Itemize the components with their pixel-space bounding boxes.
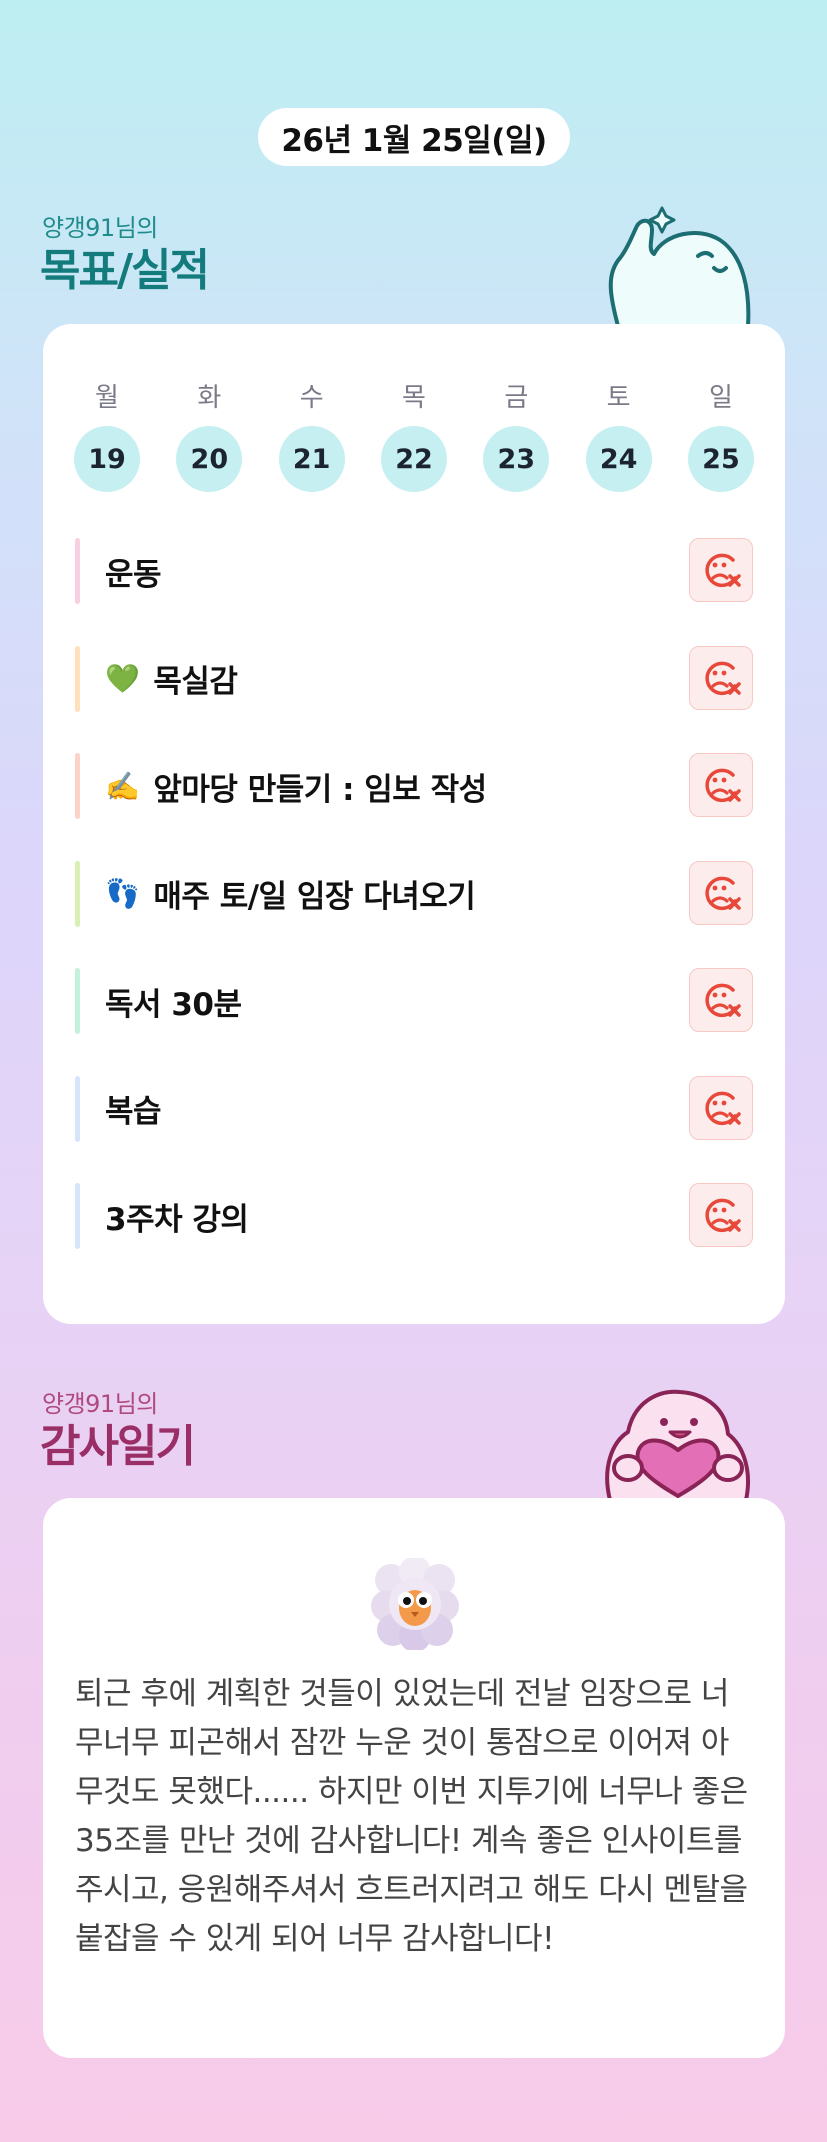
goal-text: 3주차 강의 (105, 1194, 249, 1239)
weekday-label: 화 (197, 383, 222, 413)
sad-face-x-icon (705, 1091, 741, 1125)
goal-status-button[interactable] (689, 1075, 753, 1140)
goal-row[interactable]: 3주차 강의 (75, 1183, 753, 1249)
goal-row[interactable]: 복습 (75, 1075, 753, 1142)
goal-list: 운동 💚 목실감 ✍️ 앞마당 만들기 : 임보 작성 👣 매주 토/일 임장 다녀오기독서… (75, 538, 753, 1291)
goal-row[interactable]: 👣 매주 토/일 임장 다녀오기 (75, 860, 753, 927)
goals-section-title: 목표/실적 (40, 245, 210, 296)
weekday-label: 일 (709, 383, 733, 413)
goal-label: 복습 (105, 1094, 162, 1130)
goal-emoji-icon: ✍️ (105, 769, 140, 803)
goal-status-button[interactable] (689, 860, 753, 925)
weekday-label: 수 (299, 383, 324, 413)
date-circle: 20 (176, 426, 243, 492)
goal-text: 💚 목실감 (105, 656, 238, 701)
week-strip: 월 19 화 20 수 21 목 22 금 23 토 24 일 25 (73, 380, 755, 492)
day-sat[interactable]: 토 24 (585, 380, 653, 492)
goal-status-button[interactable] (689, 968, 753, 1032)
date-circle: 21 (278, 426, 345, 492)
date-circle: 23 (483, 426, 550, 492)
goal-color-bar (75, 1075, 80, 1142)
date-circle: 19 (74, 426, 140, 492)
goal-label: 운동 (105, 556, 162, 593)
weekday-label: 목 (402, 383, 426, 413)
goal-emoji-icon: 💚 (105, 662, 140, 695)
weekday-label: 토 (606, 383, 631, 413)
goal-status-button[interactable] (689, 538, 753, 602)
sad-face-x-icon (705, 1198, 741, 1233)
heart-hugging-character-icon (605, 1389, 750, 1500)
goal-color-bar (75, 860, 80, 927)
goal-text: 운동 (105, 549, 162, 594)
goal-color-bar (75, 1183, 80, 1249)
goal-label: 매주 토/일 임장 다녀오기 (153, 879, 476, 915)
sad-face-x-icon (705, 553, 741, 588)
day-thu[interactable]: 목 22 (380, 380, 448, 492)
goal-text: 독서 30분 (105, 979, 242, 1024)
goal-row[interactable]: 독서 30분 (75, 968, 753, 1034)
date-circle: 24 (585, 426, 652, 492)
day-mon[interactable]: 월 19 (73, 380, 141, 492)
goal-color-bar (75, 538, 80, 604)
day-wed[interactable]: 수 21 (278, 380, 346, 492)
goal-status-button[interactable] (689, 1183, 753, 1247)
goal-row[interactable]: ✍️ 앞마당 만들기 : 임보 작성 (75, 753, 753, 819)
goal-label: 3주차 강의 (105, 1201, 249, 1238)
goal-text: 👣 매주 토/일 임장 다녀오기 (105, 871, 476, 916)
day-sun[interactable]: 일 25 (687, 380, 755, 492)
date-circle: 25 (687, 426, 754, 492)
date-badge: 26년 1월 25일(일) (258, 108, 570, 166)
goal-text: 복습 (105, 1086, 162, 1131)
date-text: 26년 1월 25일(일) (281, 122, 547, 159)
goal-color-bar (75, 645, 80, 712)
goal-status-button[interactable] (689, 645, 753, 710)
gratitude-card: 퇴근 후에 계획한 것들이 있었는데 전날 임장으로 너무너무 피곤해서 잠깐 … (43, 1498, 785, 2058)
weekday-label: 금 (504, 383, 529, 413)
fluffy-cloud-owl-icon (371, 1558, 459, 1650)
goal-label: 독서 30분 (105, 986, 242, 1023)
goal-status-button[interactable] (689, 753, 753, 817)
waving-character-icon (608, 206, 751, 326)
gratitude-section-title: 감사일기 (40, 1421, 196, 1472)
goal-emoji-icon: 👣 (105, 877, 140, 910)
day-fri[interactable]: 금 23 (482, 380, 550, 492)
goal-color-bar (75, 968, 80, 1034)
day-tue[interactable]: 화 20 (175, 380, 243, 492)
sad-face-x-icon (705, 661, 741, 695)
goal-label: 앞마당 만들기 : 임보 작성 (153, 771, 487, 808)
sad-face-x-icon (705, 768, 741, 803)
date-circle: 22 (380, 426, 447, 492)
goal-text: ✍️ 앞마당 만들기 : 임보 작성 (105, 764, 487, 809)
goal-label: 목실감 (153, 664, 238, 700)
sad-face-x-icon (705, 983, 741, 1018)
goal-row[interactable]: 💚 목실감 (75, 645, 753, 712)
goals-card: 월 19 화 20 수 21 목 22 금 23 토 24 일 25 운동 💚 목실… (43, 324, 785, 1324)
sad-face-x-icon (705, 876, 741, 910)
goal-color-bar (75, 753, 80, 819)
weekday-label: 월 (95, 383, 119, 413)
goal-row[interactable]: 운동 (75, 538, 753, 604)
gratitude-entry-text: 퇴근 후에 계획한 것들이 있었는데 전날 임장으로 너무너무 피곤해서 잠깐 … (75, 1676, 748, 1957)
